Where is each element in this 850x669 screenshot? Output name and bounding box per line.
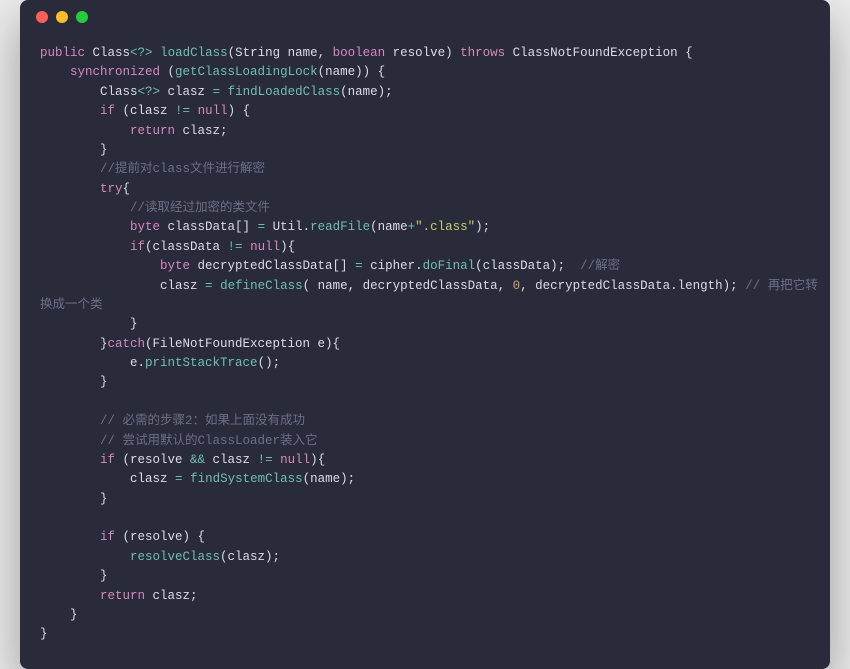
code-line: // 尝试用默认的ClassLoader装入它	[40, 434, 318, 448]
code-line: 换成一个类	[40, 298, 103, 312]
code-line: clasz = findSystemClass(name);	[40, 472, 355, 486]
titlebar	[20, 0, 830, 34]
code-line: e.printStackTrace();	[40, 356, 280, 370]
code-line: resolveClass(clasz);	[40, 550, 280, 564]
code-line: }	[40, 627, 48, 641]
code-line: if(classData != null){	[40, 240, 295, 254]
code-line: public Class<?> loadClass(String name, b…	[40, 46, 693, 60]
code-line: byte classData[] = Util.readFile(name+".…	[40, 220, 490, 234]
minimize-icon[interactable]	[56, 11, 68, 23]
code-line: }	[40, 569, 108, 583]
code-line: if (resolve && clasz != null){	[40, 453, 325, 467]
code-line: }	[40, 375, 108, 389]
code-line: }	[40, 492, 108, 506]
code-line: }	[40, 608, 78, 622]
code-line: }	[40, 143, 108, 157]
code-line: if (clasz != null) {	[40, 104, 250, 118]
code-line: //提前对class文件进行解密	[40, 162, 265, 176]
code-line: Class<?> clasz = findLoadedClass(name);	[40, 85, 393, 99]
code-line: return clasz;	[40, 124, 228, 138]
code-line: try{	[40, 182, 130, 196]
code-area: public Class<?> loadClass(String name, b…	[20, 34, 830, 669]
code-line: // 必需的步骤2：如果上面没有成功	[40, 414, 305, 428]
code-line: byte decryptedClassData[] = cipher.doFin…	[40, 259, 620, 273]
code-line: synchronized (getClassLoadingLock(name))…	[40, 65, 385, 79]
code-line: return clasz;	[40, 589, 198, 603]
code-line: if (resolve) {	[40, 530, 205, 544]
code-line: }catch(FileNotFoundException e){	[40, 337, 340, 351]
code-line: //读取经过加密的类文件	[40, 201, 270, 215]
zoom-icon[interactable]	[76, 11, 88, 23]
close-icon[interactable]	[36, 11, 48, 23]
code-line: clasz = defineClass( name, decryptedClas…	[40, 279, 818, 293]
code-line: }	[40, 317, 138, 331]
code-window: public Class<?> loadClass(String name, b…	[20, 0, 830, 669]
